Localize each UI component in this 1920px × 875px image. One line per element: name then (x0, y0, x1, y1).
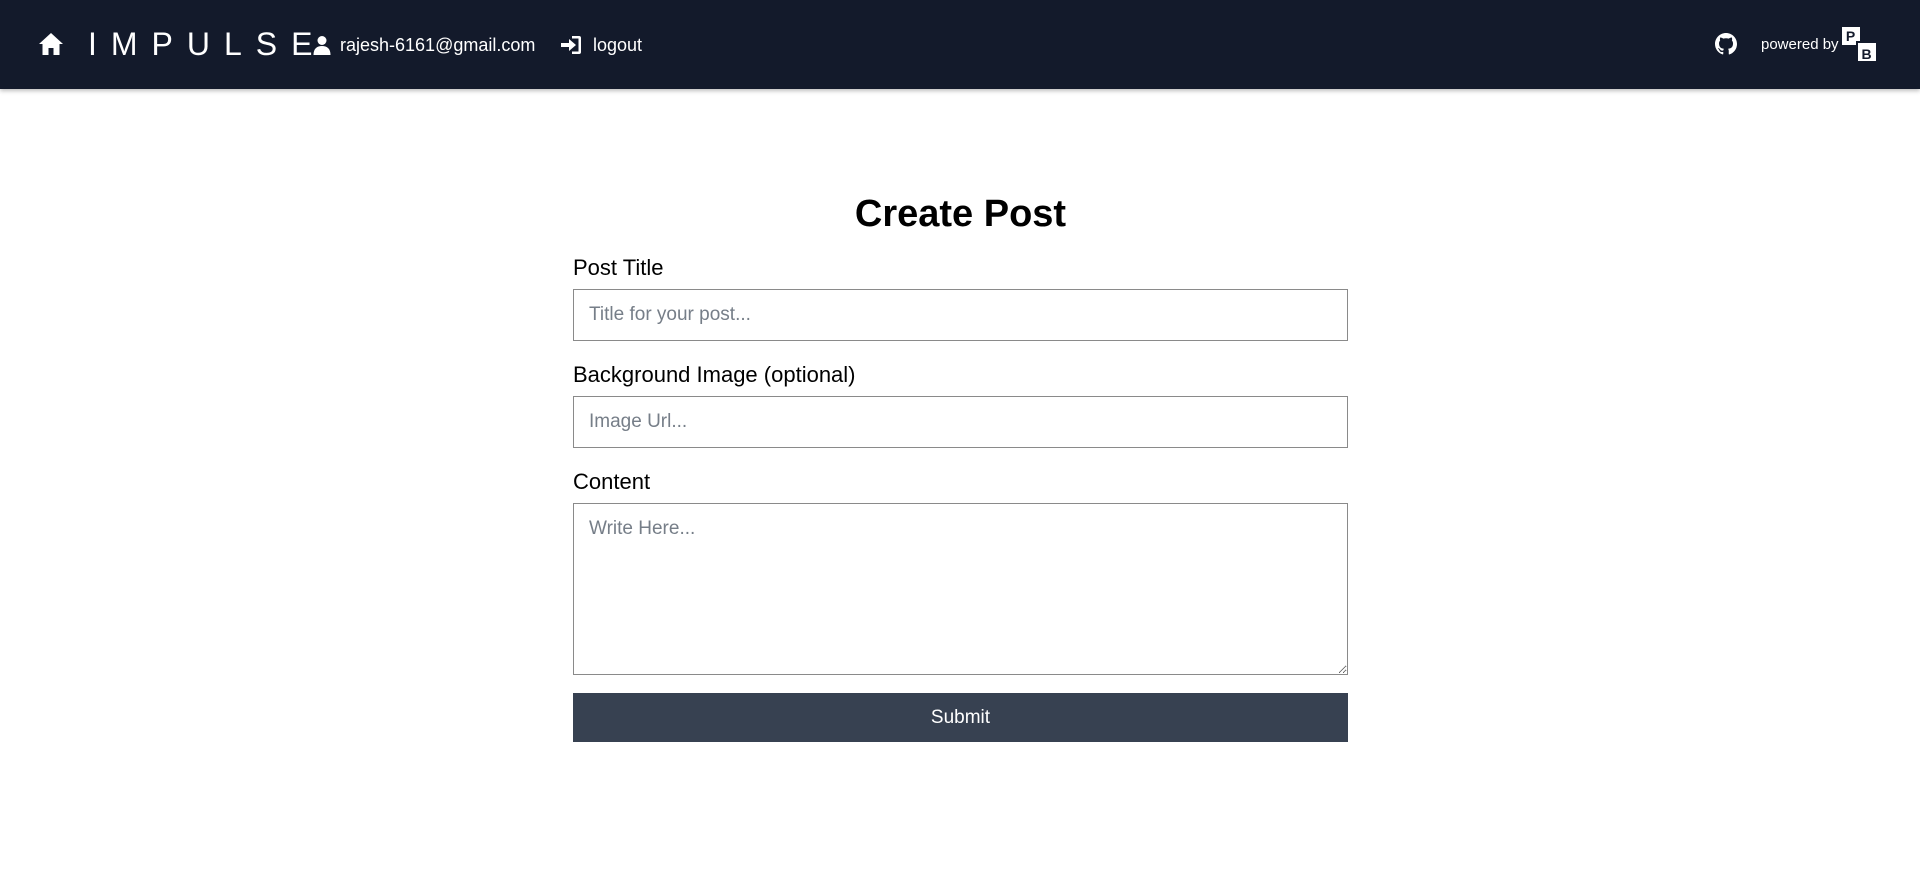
user-icon (313, 36, 331, 55)
pb-logo: P B (1841, 27, 1878, 62)
post-title-label: Post Title (573, 255, 664, 280)
logo-letter-b: B (1855, 41, 1876, 62)
user-email-text: rajesh-6161@gmail.com (340, 34, 536, 55)
logout-label: logout (593, 34, 643, 55)
sign-in-icon (561, 36, 581, 54)
background-image-label: Background Image (optional) (573, 362, 856, 387)
github-link[interactable] (1715, 33, 1737, 55)
logout-link[interactable]: logout (560, 31, 642, 59)
submit-button[interactable]: Submit (573, 693, 1348, 742)
user-account-link[interactable]: rajesh-6161@gmail.com (312, 31, 535, 59)
powered-by-label: powered by (1761, 35, 1839, 53)
page-title: Create Post (854, 193, 1067, 235)
brand-title[interactable]: IMPULSE (88, 24, 326, 64)
top-navbar: IMPULSE rajesh-6161@gmail.com logout pow… (0, 0, 1920, 89)
image-url-input[interactable] (573, 396, 1348, 448)
github-icon (1715, 33, 1737, 55)
powered-by-link[interactable]: powered by P B (1761, 26, 1878, 62)
home-icon (39, 33, 63, 55)
home-link[interactable] (38, 32, 64, 58)
content-label: Content (573, 469, 651, 494)
post-title-input[interactable] (573, 289, 1348, 341)
content-textarea[interactable] (573, 503, 1348, 675)
